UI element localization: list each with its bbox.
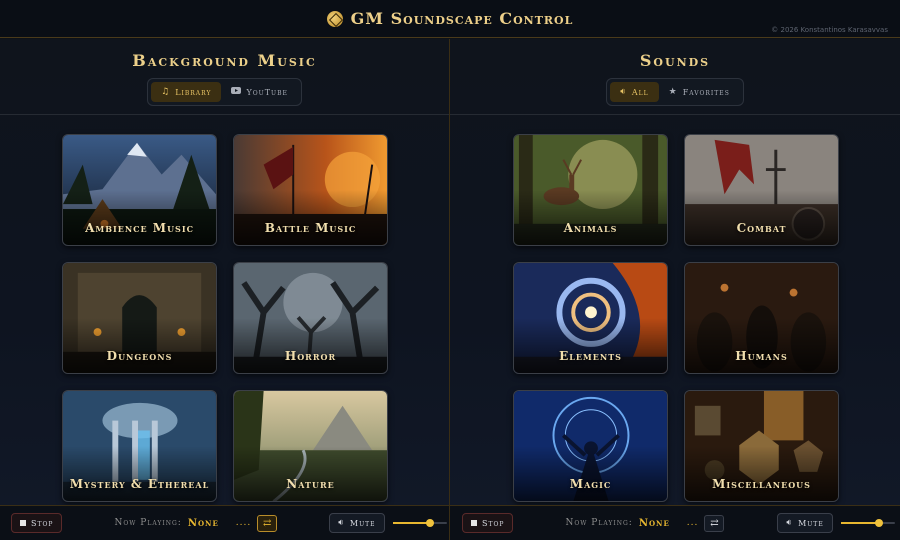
sounds-playing-indicator: ... [686,518,699,528]
sound-card-label: Animals [563,221,618,235]
sound-card-misc[interactable]: Miscellaneous [684,390,839,502]
music-card-nature[interactable]: Nature [233,390,388,502]
music-card-label: Ambience Music [85,221,194,235]
sound-card-humans[interactable]: Humans [684,262,839,374]
music-mute-label: Mute [349,518,376,528]
sounds-repeat-button[interactable]: ⇄ [704,514,725,532]
sounds-now-playing-label: Now Playing: [565,518,633,528]
music-card-battle[interactable]: Battle Music [233,134,388,246]
sounds-panel: Sounds 🔉︎ All ★ Favorites Animals Combat… [450,39,900,505]
music-card-mystery[interactable]: Mystery & Ethereal [62,390,217,502]
music-player-bar: Stop Now Playing: None .... ⇄ 🔉︎ Mute [0,505,450,540]
music-panel-header: Background Music ♫ Library YouTube [0,39,449,115]
music-now-playing-label: Now Playing: [114,518,182,528]
tab-library-label: Library [175,87,212,97]
slider-fill [392,522,431,524]
sound-card-animals[interactable]: Animals [513,134,668,246]
music-panel: Background Music ♫ Library YouTube Ambie… [0,39,450,505]
sounds-category-grid: Animals Combat Elements Humans Magic Mis… [513,134,839,502]
sound-card-label: Miscellaneous [712,477,811,491]
music-mute-button[interactable]: 🔉︎ Mute [329,513,385,533]
music-card-label: Horror [284,349,337,363]
speaker-icon: 🔉︎ [620,86,627,97]
slider-thumb[interactable] [874,519,883,527]
app-header: GM Soundscape Control © 2026 Konstantino… [0,0,900,38]
music-card-label: Dungeons [106,349,173,363]
tab-favorites[interactable]: ★ Favorites [659,82,740,102]
music-card-label: Battle Music [264,221,357,235]
sound-card-label: Humans [735,349,788,363]
tab-youtube[interactable]: YouTube [221,82,297,102]
sounds-mute-label: Mute [798,518,824,528]
repeat-icon: ⇄ [263,517,272,529]
music-card-horror[interactable]: Horror [233,262,388,374]
speaker-icon: 🔉︎ [338,517,345,528]
sound-card-label: Elements [559,349,622,363]
tab-library[interactable]: ♫ Library [151,82,222,102]
music-card-dungeons[interactable]: Dungeons [62,262,217,374]
d20-logo-icon [326,10,343,27]
app-title: GM Soundscape Control [350,9,574,28]
sound-card-magic[interactable]: Magic [513,390,668,502]
music-now-playing-value: None [187,517,219,529]
music-playing-indicator: .... [235,518,252,528]
music-stop-button[interactable]: Stop [11,513,63,533]
tab-youtube-label: YouTube [246,87,288,97]
music-note-icon: ♫ [161,86,171,97]
speaker-icon: 🔉︎ [786,517,794,528]
sound-card-combat[interactable]: Combat [684,134,839,246]
tab-all[interactable]: 🔉︎ All [610,82,659,102]
sounds-stop-label: Stop [482,518,505,528]
music-category-grid: Ambience Music Battle Music Dungeons Hor… [62,134,388,502]
sound-card-elements[interactable]: Elements [513,262,668,374]
copyright-text: © 2026 Konstantinos Karasavvas [771,26,888,34]
sound-card-label: Magic [569,477,612,491]
tab-favorites-label: Favorites [682,87,730,97]
music-panel-title: Background Music [132,51,317,70]
tab-all-label: All [631,87,649,97]
music-card-label: Nature [286,477,335,491]
music-repeat-button[interactable]: ⇄ [257,514,278,532]
stop-icon [471,520,477,526]
slider-fill [840,522,879,524]
music-source-tabs: ♫ Library YouTube [147,78,302,106]
youtube-icon [231,87,242,97]
sounds-panel-title: Sounds [639,51,711,70]
sounds-panel-header: Sounds 🔉︎ All ★ Favorites [450,39,900,115]
music-card-ambience[interactable]: Ambience Music [62,134,217,246]
music-volume-slider[interactable] [392,517,447,529]
star-icon: ★ [668,86,678,97]
sound-card-label: Combat [736,221,787,235]
repeat-icon: ⇄ [710,517,719,529]
sounds-filter-tabs: 🔉︎ All ★ Favorites [606,78,744,106]
music-stop-label: Stop [31,518,54,528]
music-card-label: Mystery & Ethereal [69,477,210,491]
sounds-volume-slider[interactable] [840,517,895,529]
slider-thumb[interactable] [426,519,435,527]
sounds-mute-button[interactable]: 🔉︎ Mute [777,513,833,533]
sounds-stop-button[interactable]: Stop [462,513,514,533]
stop-icon [20,520,26,526]
sounds-player-bar: Stop Now Playing: None ... ⇄ 🔉︎ Mute [450,505,900,540]
sounds-now-playing-value: None [638,517,670,529]
